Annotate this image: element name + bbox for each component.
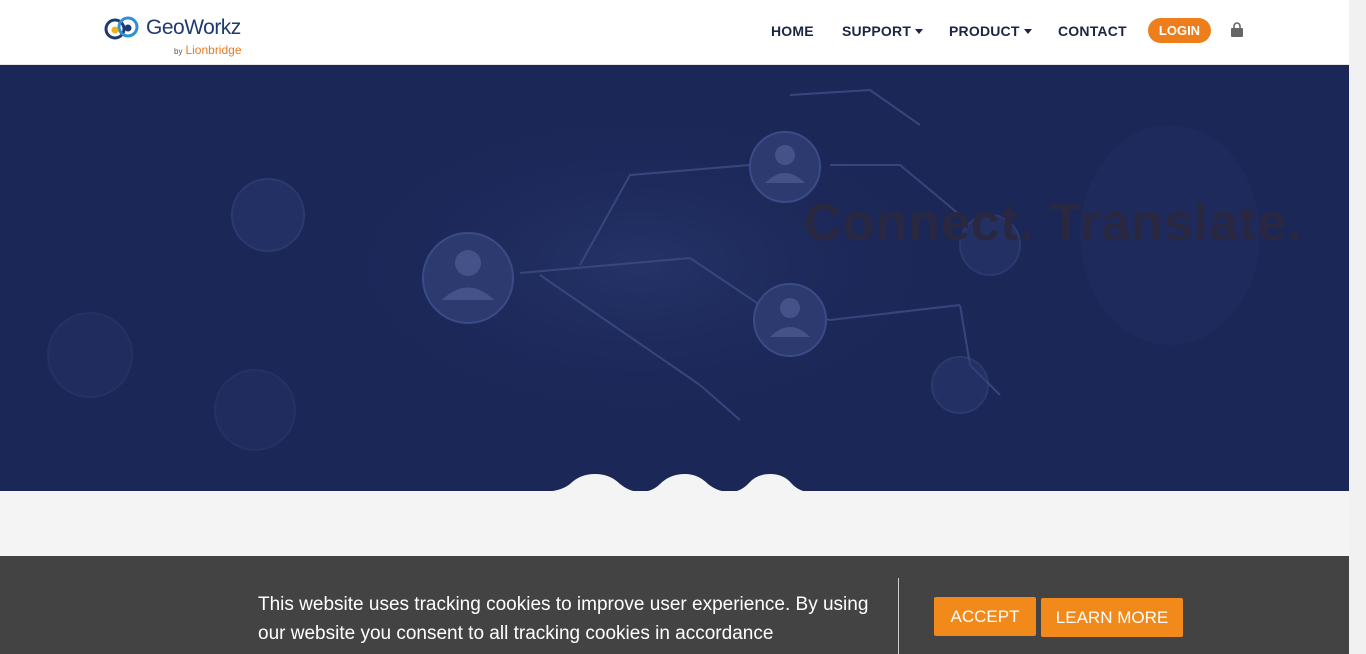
learn-more-button[interactable]: LEARN MORE [1041,598,1183,637]
login-button[interactable]: LOGIN [1148,18,1211,43]
page-scrollbar[interactable] [1349,0,1366,654]
nav-product[interactable]: PRODUCT [949,23,1032,39]
main-nav: HOME SUPPORT PRODUCT CONTACT LOGIN [0,0,1349,64]
nav-contact[interactable]: CONTACT [1058,23,1127,39]
hero-banner: Connect. Translate. [0,65,1349,491]
site-header: GeoWorkz by Lionbridge HOME SUPPORT PRODU… [0,0,1349,65]
hero-wave-divider [540,474,810,492]
shopping-bag-icon[interactable] [1230,22,1244,38]
nav-product-label: PRODUCT [949,23,1020,39]
nav-support[interactable]: SUPPORT [842,23,924,39]
accept-cookies-button[interactable]: ACCEPT [934,597,1036,636]
content-band [0,491,1349,556]
cookie-message: This website uses tracking cookies to im… [258,594,869,644]
network-background-illustration [47,88,1260,451]
caret-down-icon [1023,29,1032,34]
cookie-consent-banner: This website uses tracking cookies to im… [0,556,1349,654]
hero-headline: Connect. Translate. [804,194,1303,252]
nav-home[interactable]: HOME [771,23,814,39]
cookie-divider [898,578,899,654]
caret-down-icon [915,29,924,34]
nav-support-label: SUPPORT [842,23,912,39]
